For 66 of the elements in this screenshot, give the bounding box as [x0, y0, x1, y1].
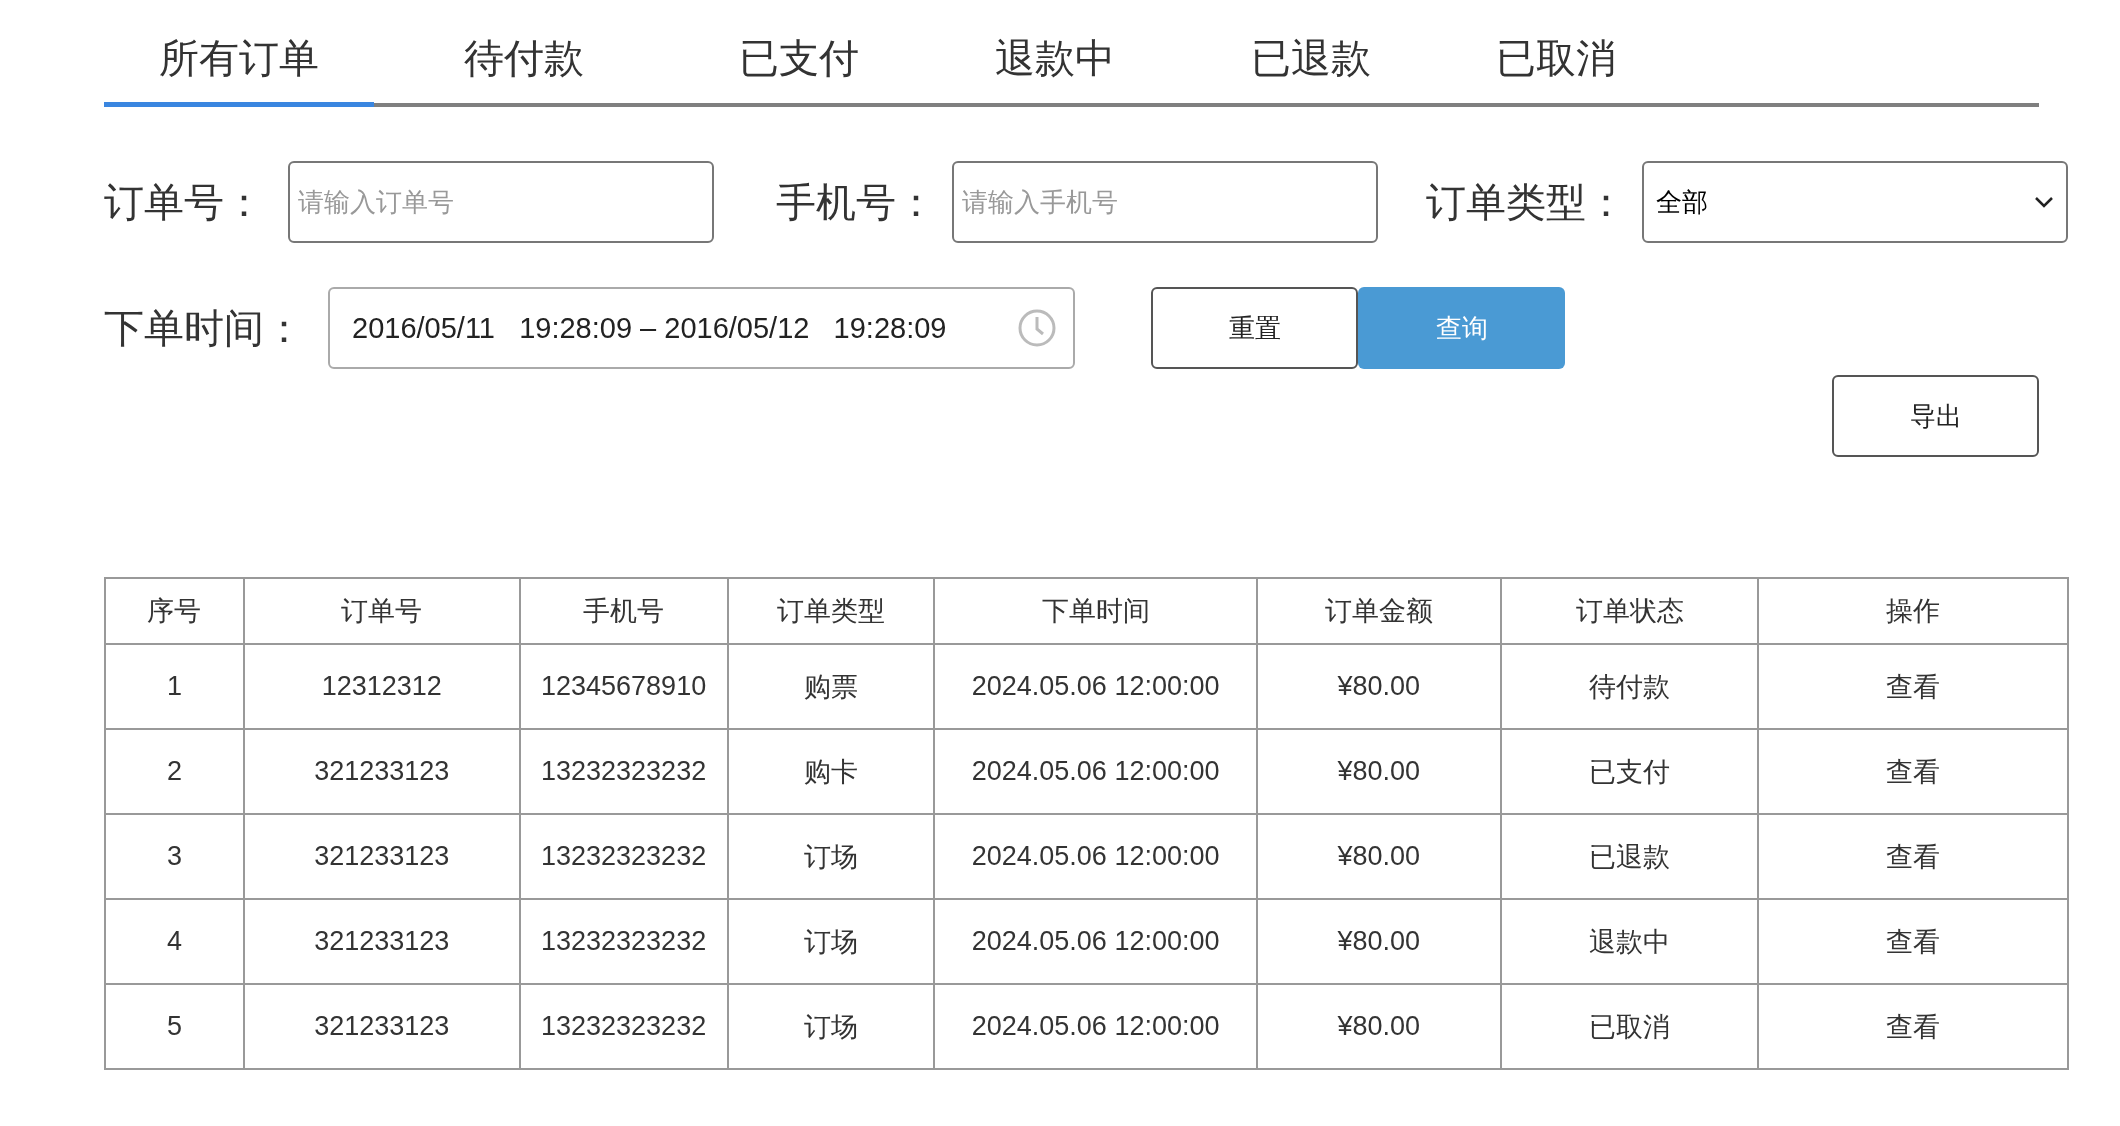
- column-header: 订单类型: [727, 578, 935, 644]
- table-cell: ¥80.00: [1256, 899, 1501, 984]
- table-cell: 13232323232: [519, 899, 728, 984]
- tab[interactable]: 已退款: [1186, 0, 1436, 107]
- column-header: 手机号: [519, 578, 728, 644]
- date-range-field[interactable]: 2016/05/11 19:28:09 – 2016/05/12 19:28:09: [328, 287, 1075, 369]
- table-cell: 13232323232: [519, 729, 728, 814]
- table-cell: 5: [105, 984, 244, 1069]
- field-label: 手机号：: [776, 178, 936, 226]
- view-link[interactable]: 查看: [1758, 984, 2068, 1069]
- table-cell: 待付款: [1500, 644, 1759, 729]
- table-cell: 2024.05.06 12:00:00: [934, 729, 1257, 814]
- table-cell: 2024.05.06 12:00:00: [934, 814, 1257, 899]
- view-link[interactable]: 查看: [1758, 814, 2068, 899]
- table-cell: 2024.05.06 12:00:00: [934, 644, 1257, 729]
- column-header: 订单状态: [1500, 578, 1759, 644]
- field-label: 订单类型：: [1426, 178, 1626, 226]
- table-cell: 2: [105, 729, 244, 814]
- table-cell: 13232323232: [519, 984, 728, 1069]
- column-header: 操作: [1758, 578, 2068, 644]
- table-cell: 退款中: [1500, 899, 1759, 984]
- tab[interactable]: 所有订单: [104, 0, 374, 107]
- view-link[interactable]: 查看: [1758, 644, 2068, 729]
- table-cell: 2024.05.06 12:00:00: [934, 984, 1257, 1069]
- reset-button[interactable]: 重置: [1151, 287, 1358, 369]
- table-cell: 已支付: [1500, 729, 1759, 814]
- order-number-input[interactable]: 请输入订单号: [288, 161, 714, 243]
- phone-input[interactable]: 请输入手机号: [952, 161, 1378, 243]
- table-cell: 订场: [727, 814, 935, 899]
- table-cell: 321233123: [243, 984, 520, 1069]
- column-header: 订单金额: [1256, 578, 1501, 644]
- table-cell: 购票: [727, 644, 935, 729]
- tab[interactable]: 已支付: [674, 0, 924, 107]
- export-button[interactable]: 导出: [1832, 375, 2039, 457]
- field-label: 下单时间：: [104, 304, 304, 352]
- table-cell: ¥80.00: [1256, 814, 1501, 899]
- view-link[interactable]: 查看: [1758, 899, 2068, 984]
- tab[interactable]: 退款中: [924, 0, 1186, 107]
- view-link[interactable]: 查看: [1758, 729, 2068, 814]
- table-cell: 4: [105, 899, 244, 984]
- table-cell: 1: [105, 644, 244, 729]
- order-type-select[interactable]: 全部: [1642, 161, 2068, 243]
- tab[interactable]: 已取消: [1436, 0, 1676, 107]
- table-cell: 购卡: [727, 729, 935, 814]
- tab[interactable]: 待付款: [374, 0, 674, 107]
- table-cell: 12312312: [243, 644, 520, 729]
- table-cell: 321233123: [243, 814, 520, 899]
- table-cell: 13232323232: [519, 814, 728, 899]
- column-header: 序号: [105, 578, 244, 644]
- table-cell: 已退款: [1500, 814, 1759, 899]
- table-cell: 2024.05.06 12:00:00: [934, 899, 1257, 984]
- chevron-down-icon: [2034, 196, 2054, 208]
- field-label: 订单号：: [104, 178, 264, 226]
- table-cell: 321233123: [243, 729, 520, 814]
- table-cell: ¥80.00: [1256, 984, 1501, 1069]
- table-cell: 12345678910: [519, 644, 728, 729]
- column-header: 订单号: [243, 578, 520, 644]
- table-cell: 321233123: [243, 899, 520, 984]
- table-cell: 3: [105, 814, 244, 899]
- table-cell: 已取消: [1500, 984, 1759, 1069]
- table-cell: 订场: [727, 899, 935, 984]
- table-cell: ¥80.00: [1256, 644, 1501, 729]
- table-cell: 订场: [727, 984, 935, 1069]
- column-header: 下单时间: [934, 578, 1257, 644]
- clock-icon: [1017, 308, 1057, 348]
- table-cell: ¥80.00: [1256, 729, 1501, 814]
